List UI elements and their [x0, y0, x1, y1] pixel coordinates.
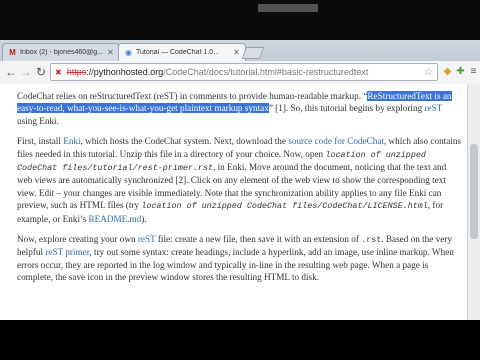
url-path: /CodeChat/docs/tutorial.html#basic-restr… — [163, 67, 369, 77]
forward-icon[interactable]: → — [19, 65, 33, 79]
text: using Enki. — [17, 115, 59, 126]
paragraph-install: First, install Enki, which hosts the Cod… — [17, 135, 461, 225]
source-code-link[interactable]: source code for CodeChat — [288, 136, 384, 146]
vertical-scrollbar[interactable] — [467, 84, 480, 320]
reload-icon[interactable]: ↻ — [34, 65, 48, 79]
url-scheme: https — [66, 67, 87, 77]
gmail-icon: M — [9, 48, 16, 57]
readme-link[interactable]: README.md — [88, 214, 141, 224]
code-path: location of unzipped CodeChat files/Code… — [141, 201, 428, 212]
text: ). — [141, 213, 147, 224]
extension-icon[interactable]: ◆ — [442, 66, 453, 77]
enki-link[interactable]: Enki — [63, 136, 80, 146]
tab-title: Inbox (2) - bjones460@g... — [20, 49, 103, 56]
browser-chrome: M Inbox (2) - bjones460@g... ✕ ◉ Tutoria… — [0, 40, 480, 85]
text: file: create a new file, then save it wi… — [155, 234, 362, 245]
scrollbar-thumb[interactable] — [470, 144, 478, 239]
background-artifact — [258, 4, 318, 12]
tab-title: Tutorial — CodeChat 1.0... — [136, 49, 220, 56]
tab-inbox[interactable]: M Inbox (2) - bjones460@g... ✕ — [2, 43, 120, 61]
rest-link[interactable]: reST — [424, 103, 442, 113]
close-icon[interactable]: ✕ — [106, 48, 115, 57]
text: ” [1]. So, this tutorial begins by explo… — [268, 103, 425, 114]
broken-lock-icon: ✖ — [55, 67, 62, 77]
chrome-page-icon: ◉ — [125, 48, 132, 57]
code-extension: .rst — [361, 235, 382, 246]
paragraph-explore: Now, explore creating your own reST file… — [17, 233, 461, 284]
video-letterbox-bottom — [0, 320, 480, 360]
menu-icon[interactable]: ≡ — [468, 66, 479, 77]
back-icon[interactable]: ← — [4, 65, 18, 79]
tab-tutorial[interactable]: ◉ Tutorial — CodeChat 1.0... ✕ — [118, 43, 246, 61]
close-icon[interactable]: ✕ — [232, 48, 241, 57]
web-page: CodeChat relies on reStructuredText (reS… — [0, 84, 467, 320]
text: Now, explore creating your own — [17, 234, 138, 245]
text: CodeChat relies on reStructuredText (reS… — [17, 91, 368, 101]
new-tab-button[interactable] — [241, 47, 265, 59]
text: First, install — [17, 136, 64, 147]
tutorial-text: CodeChat relies on reStructuredText (reS… — [17, 90, 461, 292]
tab-strip: M Inbox (2) - bjones460@g... ✕ ◉ Tutoria… — [0, 40, 480, 61]
puzzle-extension-icon[interactable]: ✚ — [455, 66, 466, 77]
url-host: ://pythonhosted.org — [86, 67, 164, 77]
toolbar: ← → ↻ ✖ https ://pythonhosted.org /CodeC… — [0, 61, 480, 85]
rest-link[interactable]: reST — [138, 234, 156, 244]
text: , which hosts the CodeChat system. Next,… — [80, 136, 289, 147]
paragraph-intro: CodeChat relies on reStructuredText (reS… — [17, 90, 461, 127]
address-bar[interactable]: ✖ https ://pythonhosted.org /CodeChat/do… — [50, 63, 438, 81]
bookmark-star-icon[interactable]: ☆ — [424, 67, 433, 78]
rest-primer-link[interactable]: reST primer — [45, 247, 89, 257]
video-letterbox-top — [0, 0, 480, 40]
